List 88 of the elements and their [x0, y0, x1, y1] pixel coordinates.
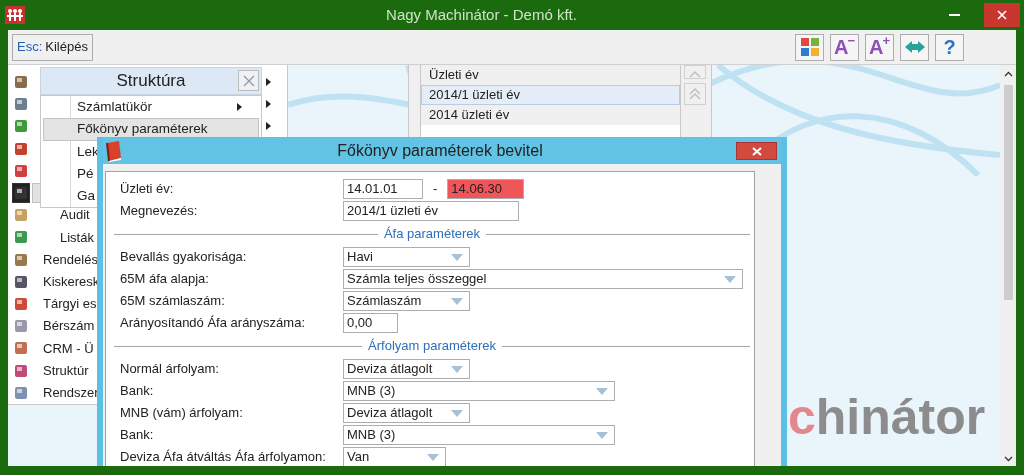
module-icon [13, 384, 29, 401]
list-item[interactable]: Üzleti év [421, 65, 680, 85]
toolbar-button[interactable]: ? [935, 33, 964, 61]
module-icon [13, 340, 29, 357]
dropdown-field[interactable]: Számla teljes összeggel [343, 269, 743, 289]
module-icon [13, 140, 29, 157]
field-label: MNB (vám) árfolyam: [120, 404, 244, 423]
dropdown-arrow-icon [451, 365, 463, 373]
field-label: Bank: [120, 426, 155, 445]
section-title: Árfolyam paraméterek [368, 337, 496, 356]
menu-title: Struktúra [115, 70, 187, 93]
dropdown-field[interactable]: MNB (3) [343, 381, 615, 401]
dropdown-arrow-icon [724, 275, 736, 283]
date-field[interactable]: 14.06.30 [447, 179, 525, 199]
sidebar-subitem[interactable]: Listák [60, 227, 94, 248]
field-label: 65M számlaszám: [120, 292, 226, 311]
list-item[interactable]: 2014 üzleti év [421, 105, 680, 125]
book-icon [104, 140, 124, 162]
move-up-button[interactable] [684, 83, 706, 105]
sidebar-item[interactable]: Tárgyi es [43, 294, 97, 314]
dropdown-arrow-icon [451, 253, 463, 261]
sidebar-item[interactable]: Rendszer [43, 382, 99, 403]
sidebar-subitem[interactable]: Audit [60, 205, 90, 225]
field-label: Deviza Áfa átváltás Áfa árfolyamon: [120, 448, 327, 466]
dropdown-field[interactable]: Van [343, 447, 446, 466]
double-arrow-icon [904, 40, 925, 54]
app-logo-icon [5, 6, 25, 24]
dropdown-field[interactable]: Deviza átlagolt [343, 403, 470, 423]
close-button[interactable] [984, 3, 1020, 27]
sidebar-item[interactable]: Kiskeresk [43, 272, 100, 292]
dropdown-field[interactable]: Havi [343, 247, 470, 267]
exit-button[interactable]: Esc: Kilépés [12, 33, 93, 61]
scroll-up-icon[interactable] [1003, 71, 1013, 77]
module-icon [13, 318, 29, 335]
dropdown-arrow-icon [451, 297, 463, 305]
sidebar-item[interactable]: Bérszám [43, 316, 95, 336]
list-item[interactable]: 2014/1 üzleti év [421, 85, 680, 105]
dropdown-arrow-icon [596, 431, 608, 439]
field-label: Üzleti év: [120, 180, 175, 199]
module-icon [13, 96, 29, 113]
close-icon [242, 74, 255, 87]
background-logo: chinátor [788, 392, 986, 442]
toolbar-button[interactable]: A$^{−}$ [830, 33, 859, 61]
module-icon [13, 229, 29, 246]
field-label: Arányosítandó Áfa arányszáma: [120, 314, 306, 333]
sync-button[interactable] [900, 33, 929, 61]
module-icon [13, 251, 29, 268]
window-title: Nagy Machinátor - Demó kft. [386, 4, 577, 25]
input-field[interactable]: 0,00 [343, 313, 398, 333]
field-label: Bevallás gyakorisága: [120, 248, 248, 267]
layout-button[interactable] [795, 33, 824, 61]
scrollbar-thumb[interactable] [1003, 85, 1013, 300]
menu-item[interactable]: Főkönyv paraméterek [43, 118, 259, 141]
dropdown-arrow-icon [427, 453, 439, 461]
scroll-down-icon[interactable] [1003, 456, 1013, 462]
field-label: Megnevezés: [120, 202, 199, 221]
module-icon [13, 362, 29, 379]
tiles-icon [800, 38, 819, 56]
module-icon [13, 162, 29, 179]
module-icon [13, 207, 29, 224]
field-label: Normál árfolyam: [120, 360, 220, 379]
dialog-title: Főkönyv paraméterek bevitel [336, 141, 544, 161]
move-top-button[interactable] [684, 65, 706, 79]
input-field[interactable]: 2014/1 üzleti év [343, 201, 519, 221]
dropdown-field[interactable]: Deviza átlagolt [343, 359, 470, 379]
sidebar-item[interactable]: CRM - Ü [43, 338, 94, 359]
close-button[interactable] [736, 142, 777, 160]
close-icon [751, 146, 762, 156]
field-label: Bank: [120, 382, 155, 401]
module-icon [13, 74, 29, 91]
field-label: 65M áfa alapja: [120, 270, 210, 289]
menu-item[interactable]: Számlatükör [43, 96, 259, 119]
dropdown-field[interactable]: Számlaszám [343, 291, 470, 311]
sidebar-item[interactable]: Struktúr [43, 360, 89, 381]
sidebar-item[interactable]: Rendelés [43, 249, 98, 270]
module-icon [13, 118, 29, 135]
toolbar-button[interactable]: A$^{+}$ [865, 33, 894, 61]
range-dash: - [433, 180, 438, 199]
dropdown-arrow-icon [596, 387, 608, 395]
close-icon [997, 10, 1007, 20]
date-field[interactable]: 14.01.01 [343, 179, 423, 199]
dropdown-arrow-icon [451, 409, 463, 417]
dropdown-field[interactable]: MNB (3) [343, 425, 615, 445]
module-icon [13, 295, 29, 312]
minimize-icon [948, 14, 960, 16]
module-icon [13, 273, 29, 290]
menu-close-button[interactable] [238, 70, 259, 91]
section-title: Áfa paraméterek [383, 225, 481, 244]
